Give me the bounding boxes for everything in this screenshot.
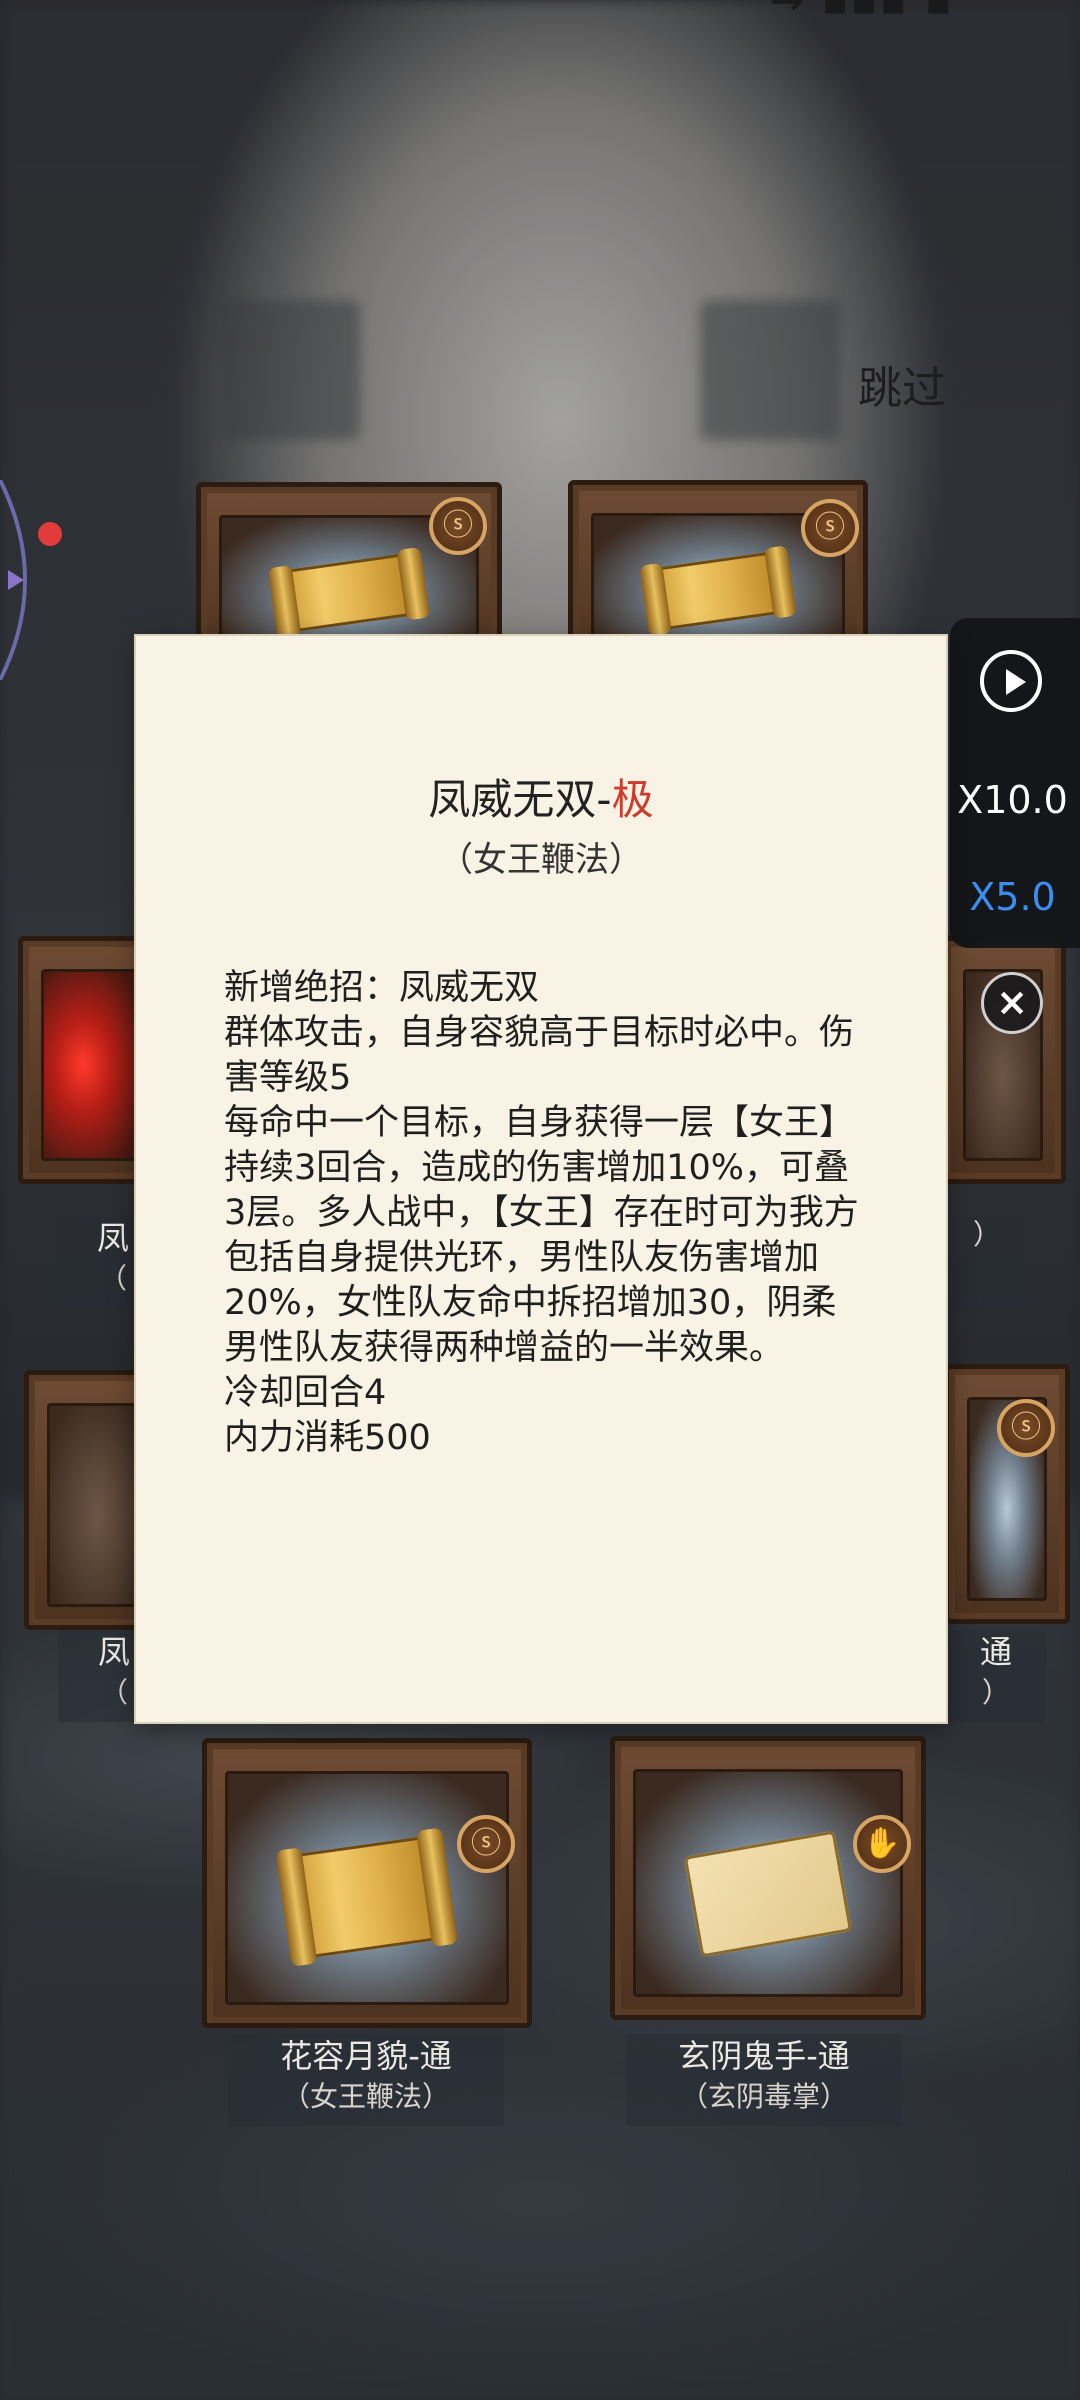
chest-card[interactable]: ⓢ xyxy=(944,1364,1070,1624)
chest-interior xyxy=(633,1769,903,1997)
chest-label: 花容月貌-通 （女王鞭法） xyxy=(228,2034,504,2126)
chest-school: ） xyxy=(972,1218,1001,1251)
chest-interior xyxy=(225,1771,509,2005)
chest-name: 玄阴鬼手-通 xyxy=(678,2037,850,2075)
skip-button[interactable]: 跳过 xyxy=(858,352,946,416)
chest-card-xuanyin[interactable]: ✋ xyxy=(610,1736,926,2020)
scroll-icon xyxy=(288,1835,446,1960)
whip-icon: ⓢ xyxy=(457,1815,515,1873)
whip-icon: ⓢ xyxy=(429,497,487,555)
skill-title: 凤威无双-极 xyxy=(136,766,946,827)
whip-icon: ⓢ xyxy=(801,499,859,557)
skill-grade: 极 xyxy=(611,775,654,824)
arrow-right-icon xyxy=(8,570,24,590)
notification-dot xyxy=(38,522,62,546)
palm-icon: ✋ xyxy=(853,1815,911,1873)
skill-description: 新增绝招：凤威无双 群体攻击，自身容貌高于目标时必中。伤害等级5 每命中一个目标… xyxy=(224,968,859,1458)
top-partial-text: → ▪▪▪ ▪ xyxy=(770,0,954,24)
chest-name: 通 xyxy=(979,1633,1012,1671)
side-drawer-handle[interactable] xyxy=(0,480,50,680)
chest-interior xyxy=(47,1403,147,1607)
chest-label: ） xyxy=(950,1216,1024,1308)
speed-panel: X10.0 X5.0 xyxy=(950,618,1080,948)
play-circle-icon[interactable] xyxy=(980,650,1042,712)
scroll-icon xyxy=(649,550,787,631)
chest-school: ） xyxy=(981,1676,1010,1709)
chest-card-huarong[interactable]: ⓢ xyxy=(202,1738,532,2028)
chest-interior xyxy=(41,969,145,1161)
skill-school: （女王鞭法） xyxy=(439,840,643,880)
chest-school: （女王鞭法） xyxy=(281,2080,450,2113)
skill-detail-popup[interactable]: 凤威无双-极 （女王鞭法） 新增绝招：凤威无双 群体攻击，自身容貌高于目标时必中… xyxy=(134,634,948,1724)
chest-label: 通 ） xyxy=(946,1630,1046,1722)
chest-school: （玄阴毒掌） xyxy=(679,2080,848,2113)
close-icon[interactable]: × xyxy=(981,972,1043,1034)
scroll-icon xyxy=(279,551,419,634)
speed-option-10x[interactable]: X10.0 xyxy=(950,778,1075,822)
chest-name: 花容月貌-通 xyxy=(280,2037,452,2075)
whip-icon: ⓢ xyxy=(997,1399,1055,1457)
speed-option-5x[interactable]: X5.0 xyxy=(950,875,1075,919)
chest-label: 玄阴鬼手-通 （玄阴毒掌） xyxy=(626,2034,902,2126)
skill-name: 凤威无双- xyxy=(428,775,612,824)
scroll-paper-icon xyxy=(683,1830,853,1958)
